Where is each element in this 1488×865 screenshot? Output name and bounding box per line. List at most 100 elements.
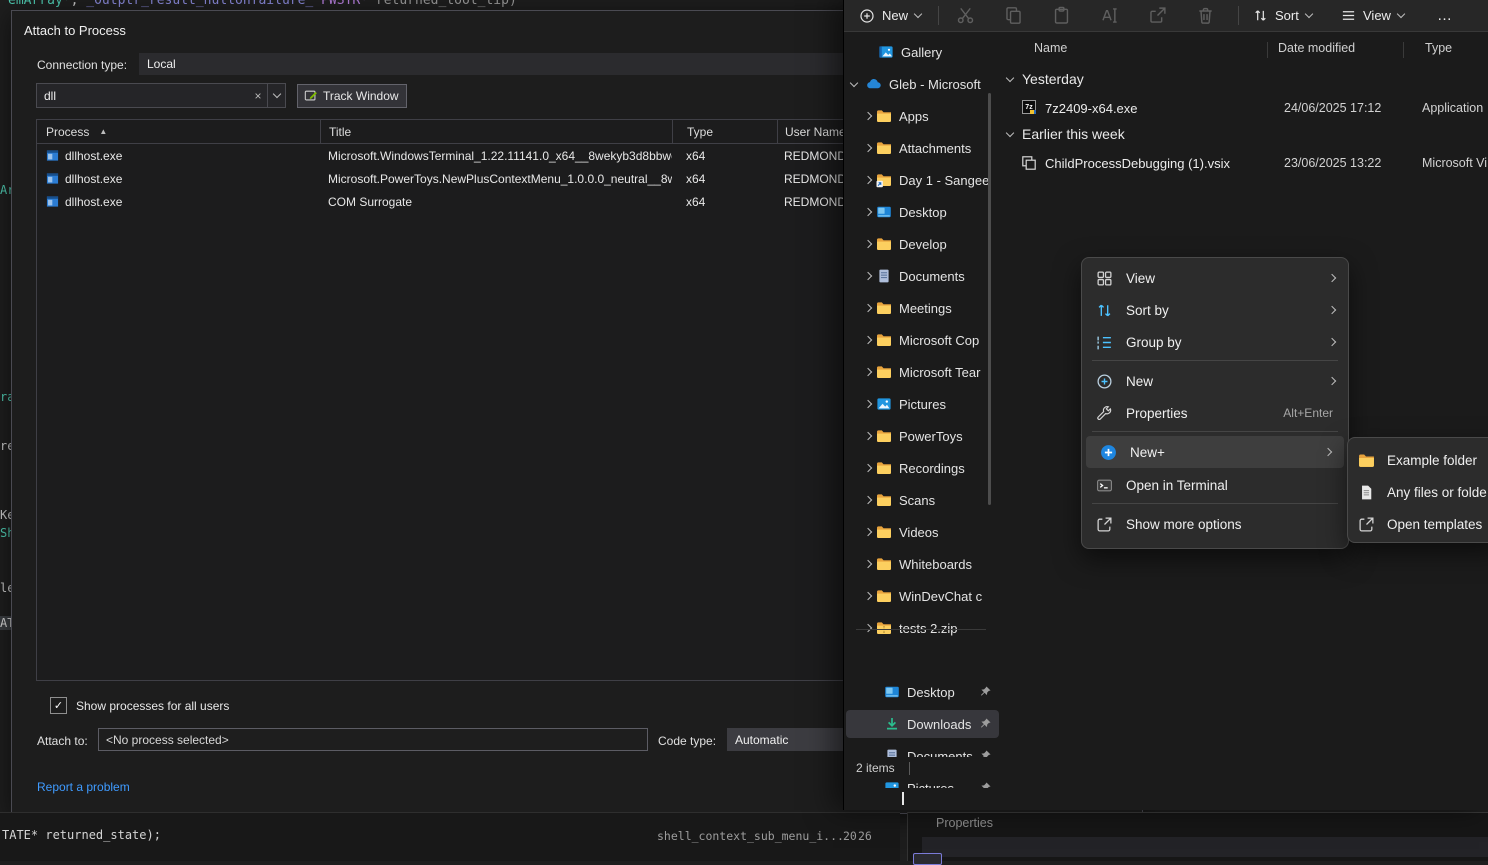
new-button[interactable]: New	[850, 3, 930, 28]
tree-item-label: Scans	[899, 493, 935, 508]
track-window-button[interactable]: Track Window	[297, 84, 407, 108]
column-divider[interactable]	[1267, 42, 1268, 58]
group-header-yesterday[interactable]: Yesterday	[1007, 71, 1084, 87]
sidebar-item-downloads-pinned[interactable]: Downloads	[846, 710, 999, 738]
view-button-label: View	[1363, 8, 1391, 23]
open-external-icon	[1096, 516, 1113, 533]
submenu-item-example-folder[interactable]: Example folder	[1348, 444, 1488, 476]
column-header-process[interactable]: Process ▲	[37, 125, 320, 139]
tree-item-label: Day 1 - Sangee	[899, 173, 989, 188]
column-header-name[interactable]: Name	[1034, 41, 1067, 55]
process-icon	[46, 195, 59, 208]
sort-button[interactable]: Sort	[1244, 3, 1321, 28]
code-type-value: Automatic	[735, 733, 788, 747]
process-name: dllhost.exe	[65, 195, 122, 209]
file-row[interactable]: ChildProcessDebugging (1).vsix 23/06/202…	[1001, 150, 1488, 176]
sidebar-item-attachments[interactable]: Attachments	[846, 134, 999, 162]
submenu-item-any-files[interactable]: Any files or folde	[1348, 476, 1488, 508]
tree-item-label: Gleb - Microsoft	[889, 77, 981, 92]
process-filter-input[interactable]: dll ×	[36, 83, 286, 108]
sort-icon	[1253, 8, 1268, 23]
menu-item-open-in-terminal[interactable]: Open in Terminal	[1082, 469, 1348, 501]
attach-to-field[interactable]: <No process selected>	[98, 728, 648, 751]
plus-circle-icon	[859, 8, 875, 24]
report-a-problem-link[interactable]: Report a problem	[37, 780, 130, 794]
file-row[interactable]: 7z 7z2409-x64.exe 24/06/2025 17:12 Appli…	[1001, 95, 1488, 121]
sidebar-item-scans[interactable]: Scans	[846, 486, 999, 514]
focused-control[interactable]	[913, 853, 942, 865]
menu-item-new-plus[interactable]: New+	[1086, 436, 1344, 468]
tree-item-label: Microsoft Cop	[899, 333, 979, 348]
process-type: x64	[672, 190, 777, 213]
menu-item-new[interactable]: New	[1082, 365, 1348, 397]
navigation-pane: Gallery Gleb - Microsoft Apps Attachment…	[844, 31, 1001, 788]
column-header-type[interactable]: Type	[1425, 41, 1452, 55]
checkbox-checked-icon[interactable]: ✓	[50, 697, 67, 714]
menu-item-show-more-options[interactable]: Show more options	[1082, 508, 1348, 540]
cut-icon[interactable]	[956, 6, 975, 25]
sidebar-item-pictures[interactable]: Pictures	[846, 390, 999, 418]
column-header-date[interactable]: Date modified	[1278, 41, 1355, 55]
code-type-label: Code type:	[658, 734, 716, 748]
sidebar-item-recordings[interactable]: Recordings	[846, 454, 999, 482]
new-button-label: New	[882, 8, 908, 23]
column-divider[interactable]	[1403, 42, 1404, 58]
sidebar-item-microsoft-tear[interactable]: Microsoft Tear	[846, 358, 999, 386]
show-all-users-label: Show processes for all users	[76, 699, 229, 713]
sidebar-item-videos[interactable]: Videos	[846, 518, 999, 546]
share-icon[interactable]	[1148, 6, 1167, 25]
chevron-right-icon	[864, 528, 872, 536]
sidebar-item-desktop-pinned[interactable]: Desktop	[846, 678, 999, 706]
open-external-icon	[1358, 516, 1375, 533]
sidebar-item-apps[interactable]: Apps	[846, 102, 999, 130]
process-title: COM Surrogate	[320, 190, 672, 213]
copy-icon[interactable]	[1004, 6, 1023, 25]
sidebar-item-day1[interactable]: Day 1 - Sangee	[846, 166, 999, 194]
plus-circle-icon	[1096, 373, 1113, 390]
delete-icon[interactable]	[1196, 6, 1215, 25]
sidebar-item-whiteboards[interactable]: Whiteboards	[846, 550, 999, 578]
sidebar-item-powertoys[interactable]: PowerToys	[846, 422, 999, 450]
menu-item-properties[interactable]: Properties Alt+Enter	[1082, 397, 1348, 429]
see-more-button[interactable]: …	[1428, 3, 1462, 28]
sidebar-item-meetings[interactable]: Meetings	[846, 294, 999, 322]
tree-item-label: Whiteboards	[899, 557, 972, 572]
tree-item-label: Meetings	[899, 301, 952, 316]
process-name: dllhost.exe	[65, 172, 122, 186]
clear-filter-icon[interactable]: ×	[249, 89, 267, 103]
tree-item-label: tests 2.zip	[899, 621, 958, 636]
menu-item-view[interactable]: View	[1082, 262, 1348, 294]
view-button[interactable]: View	[1332, 3, 1413, 28]
symbol-breadcrumb[interactable]: shell_context_sub_menu_i... 26	[657, 829, 872, 843]
tree-item-label: Microsoft Tear	[899, 365, 980, 380]
chevron-right-icon	[1328, 338, 1336, 346]
sidebar-item-onedrive[interactable]: Gleb - Microsoft	[846, 70, 999, 98]
show-all-users-checkbox-row[interactable]: ✓ Show processes for all users	[50, 697, 229, 714]
paste-icon[interactable]	[1052, 6, 1071, 25]
chevron-right-icon	[864, 304, 872, 312]
sidebar-item-desktop[interactable]: Desktop	[846, 198, 999, 226]
rename-icon[interactable]	[1100, 6, 1119, 25]
sidebar-item-documents[interactable]: Documents	[846, 262, 999, 290]
menu-item-sort-by[interactable]: Sort by	[1082, 294, 1348, 326]
tree-item-label: Pictures	[907, 781, 954, 789]
sidebar-item-windevchat[interactable]: WinDevChat c	[846, 582, 999, 610]
sort-ascending-icon: ▲	[99, 127, 107, 136]
sidebar-item-develop[interactable]: Develop	[846, 230, 999, 258]
filter-dropdown-button[interactable]	[267, 84, 285, 107]
file-icon	[1358, 484, 1375, 501]
tree-item-label: Apps	[899, 109, 929, 124]
sidebar-item-gallery[interactable]: Gallery	[846, 38, 999, 66]
desktop-icon	[884, 684, 900, 700]
tree-scrollbar[interactable]	[988, 93, 991, 505]
symbol-name[interactable]: shell_context_sub_menu_i...	[657, 829, 844, 843]
group-header-earlier-this-week[interactable]: Earlier this week	[1007, 126, 1125, 142]
submenu-item-open-templates[interactable]: Open templates	[1348, 508, 1488, 540]
column-header-title[interactable]: Title	[320, 120, 672, 143]
menu-item-group-by[interactable]: Group by	[1082, 326, 1348, 358]
tree-item-label: Attachments	[899, 141, 971, 156]
process-icon	[46, 149, 59, 162]
sidebar-item-microsoft-cop[interactable]: Microsoft Cop	[846, 326, 999, 354]
sidebar-item-tests-zip[interactable]: tests 2.zip	[846, 614, 999, 642]
column-header-type[interactable]: Type	[672, 120, 777, 143]
